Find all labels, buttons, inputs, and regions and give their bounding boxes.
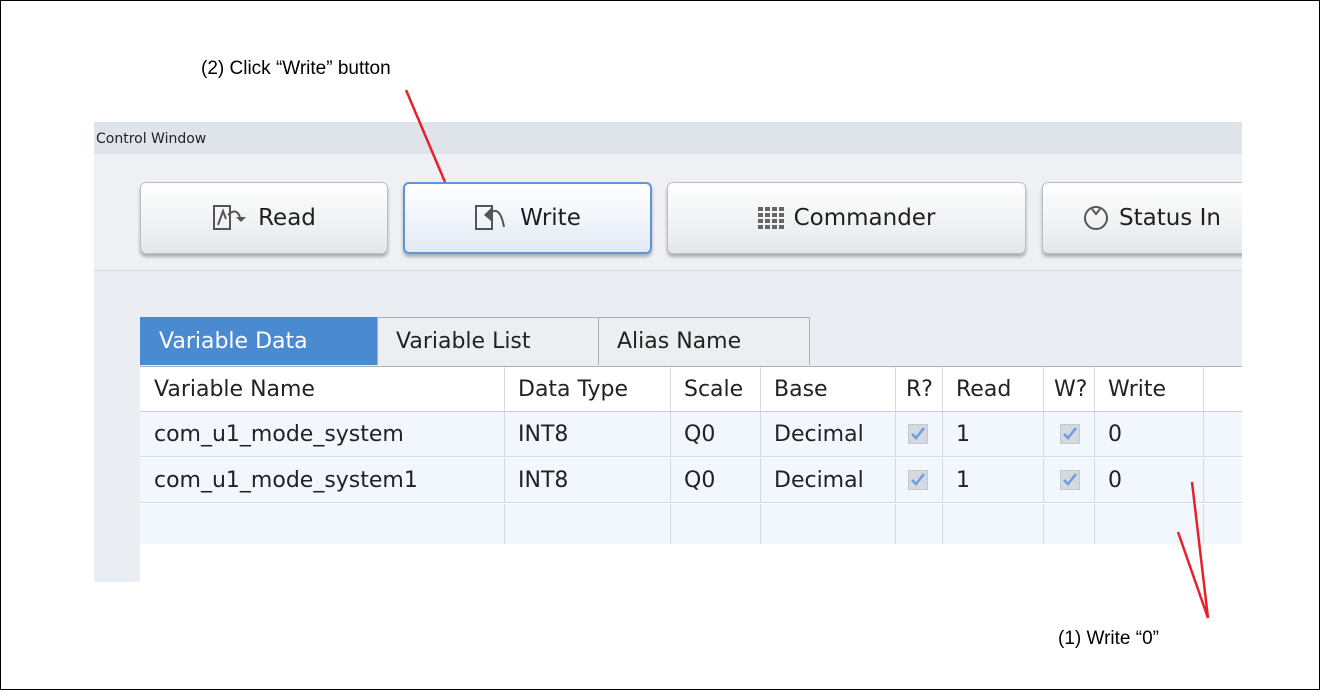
annotation-arrows bbox=[404, 89, 1210, 619]
annotation-line-write-button bbox=[404, 89, 447, 183]
